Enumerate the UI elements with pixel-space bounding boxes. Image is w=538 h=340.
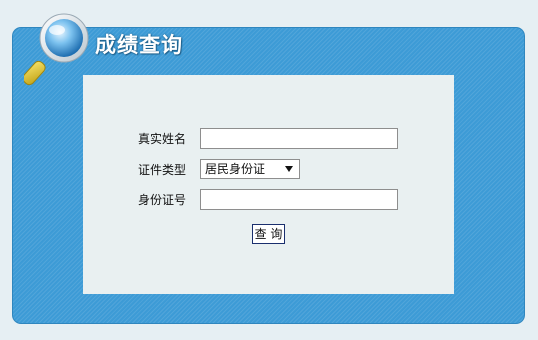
id-number-label: 身份证号 (138, 193, 187, 207)
dropdown-arrow-icon (285, 166, 293, 172)
id-type-selected-value: 居民身份证 (205, 162, 266, 176)
name-input[interactable] (200, 128, 398, 149)
query-form: 真实姓名 证件类型 居民身份证 身份证号 查 询 (83, 75, 454, 294)
id-number-input[interactable] (200, 189, 398, 210)
name-label: 真实姓名 (138, 132, 187, 146)
query-button[interactable]: 查 询 (252, 224, 285, 244)
id-type-label: 证件类型 (138, 163, 187, 177)
page-title: 成绩查询 (95, 33, 183, 57)
id-type-select[interactable]: 居民身份证 (200, 159, 300, 179)
